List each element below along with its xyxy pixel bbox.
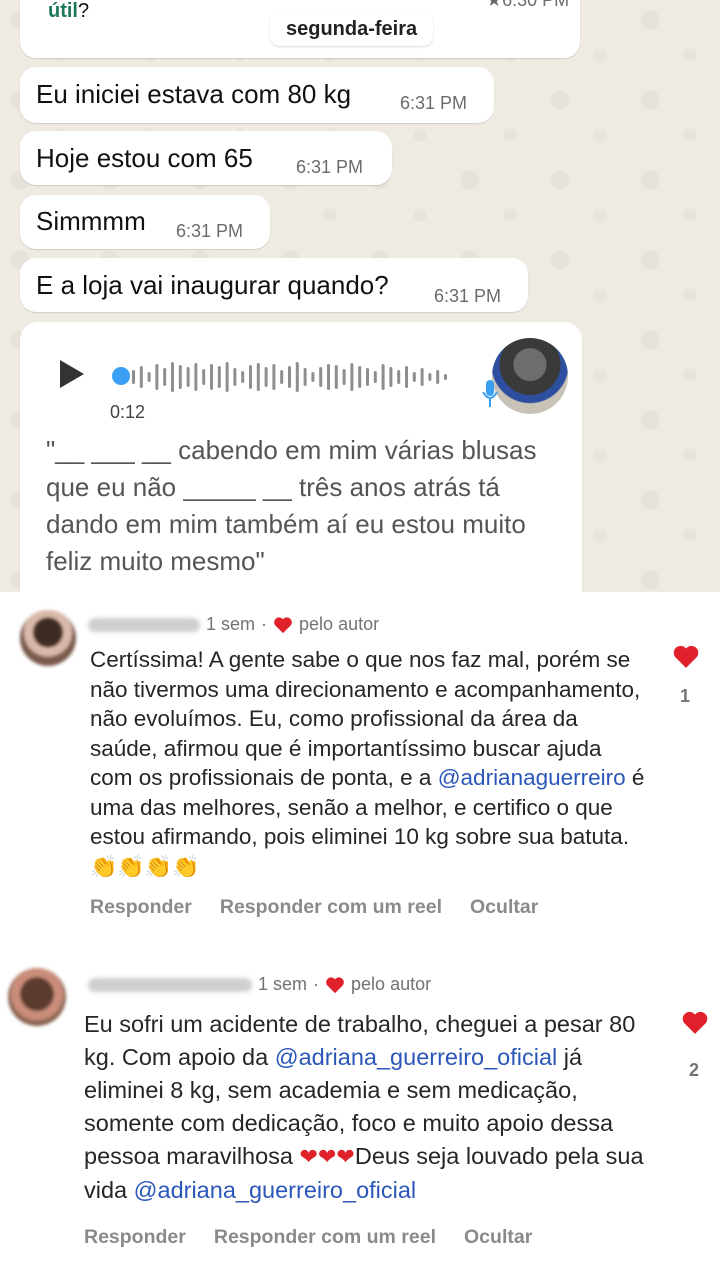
commenter-username-blurred[interactable] [88, 617, 200, 632]
voice-duration: 0:12 [110, 402, 146, 422]
comment-actions: Responder Responder com um reel Ocultar [90, 896, 538, 919]
message-bubble[interactable]: E a loja vai inaugurar quando? 6:31 PM [20, 258, 528, 312]
author-liked-heart-icon [326, 976, 344, 993]
message-time: 6:31 PM [296, 157, 364, 177]
like-heart-icon[interactable] [672, 644, 700, 669]
red-heart-emoji: ❤❤❤ [299, 1145, 355, 1170]
like-heart-icon[interactable] [681, 1010, 709, 1035]
message-text: Simmmm [36, 206, 146, 236]
hide-button[interactable]: Ocultar [464, 1226, 532, 1249]
voice-transcript: "__ ___ __ cabendo em mim várias blusas … [46, 435, 537, 576]
mention-link[interactable]: @adrianaguerreiro [438, 765, 626, 790]
author-liked-heart-icon [274, 616, 292, 633]
mention-link[interactable]: @adriana_guerreiro_oficial [275, 1044, 558, 1070]
message-bubble[interactable]: Simmmm 6:31 PM [20, 195, 270, 249]
message-bubble[interactable]: Eu iniciei estava com 80 kg 6:31 PM [20, 67, 494, 123]
message-bubble[interactable]: Hoje estou com 65 6:31 PM [20, 131, 392, 185]
mention-link[interactable]: @adriana_guerreiro_oficial [134, 1177, 417, 1203]
comment-time: 1 sem [258, 974, 308, 994]
audio-waveform[interactable] [132, 360, 454, 394]
sender-avatar[interactable] [492, 338, 568, 414]
meta-separator: · [313, 974, 320, 994]
message-time: 6:31 PM [400, 93, 468, 113]
commenter-avatar[interactable] [20, 610, 76, 666]
reply-button[interactable]: Responder [84, 1226, 186, 1249]
commenter-username-blurred[interactable] [88, 977, 252, 992]
author-badge: pelo autor [351, 974, 432, 994]
comment-time: 1 sem [206, 614, 256, 634]
like-count: 1 [680, 686, 691, 706]
comment-text: Certíssima! A gente sabe o que nos faz m… [90, 647, 645, 880]
reply-button[interactable]: Responder [90, 896, 192, 919]
message-time-starred: ★6:30 PM [486, 0, 570, 10]
reply-with-reel-button[interactable]: Responder com um reel [214, 1226, 436, 1249]
date-divider-chip: segunda-feira [270, 12, 434, 46]
microphone-icon [482, 380, 498, 407]
author-badge: pelo autor [299, 614, 380, 634]
hide-button[interactable]: Ocultar [470, 896, 538, 919]
message-time: 6:31 PM [434, 286, 502, 306]
message-time: 6:31 PM [176, 221, 244, 241]
playback-scrubber-handle[interactable] [112, 367, 130, 385]
chat-area: útil? ★6:30 PM segunda-feira Eu iniciei … [0, 0, 720, 592]
message-text: Hoje estou com 65 [36, 143, 253, 173]
play-icon[interactable] [60, 360, 84, 388]
like-count: 2 [689, 1060, 700, 1080]
clapping-hands-emoji: 👏👏👏👏 [90, 854, 200, 880]
reply-with-reel-button[interactable]: Responder com um reel [220, 896, 442, 919]
message-text: Eu iniciei estava com 80 kg [36, 79, 352, 109]
comment-meta: 1 sem · pelo autor [88, 614, 379, 635]
comment-meta: 1 sem · pelo autor [88, 974, 431, 995]
message-text: E a loja vai inaugurar quando? [36, 270, 389, 300]
comment-text: Eu sofri um acidente de trabalho, chegue… [84, 1011, 644, 1203]
meta-separator: · [261, 614, 268, 634]
comment-actions: Responder Responder com um reel Ocultar [84, 1226, 532, 1249]
previous-message-fragment: útil? [48, 0, 90, 22]
commenter-avatar[interactable] [8, 968, 66, 1026]
voice-message-bubble: 0:12 "__ ___ __ cabendo em mim várias bl… [20, 322, 582, 592]
